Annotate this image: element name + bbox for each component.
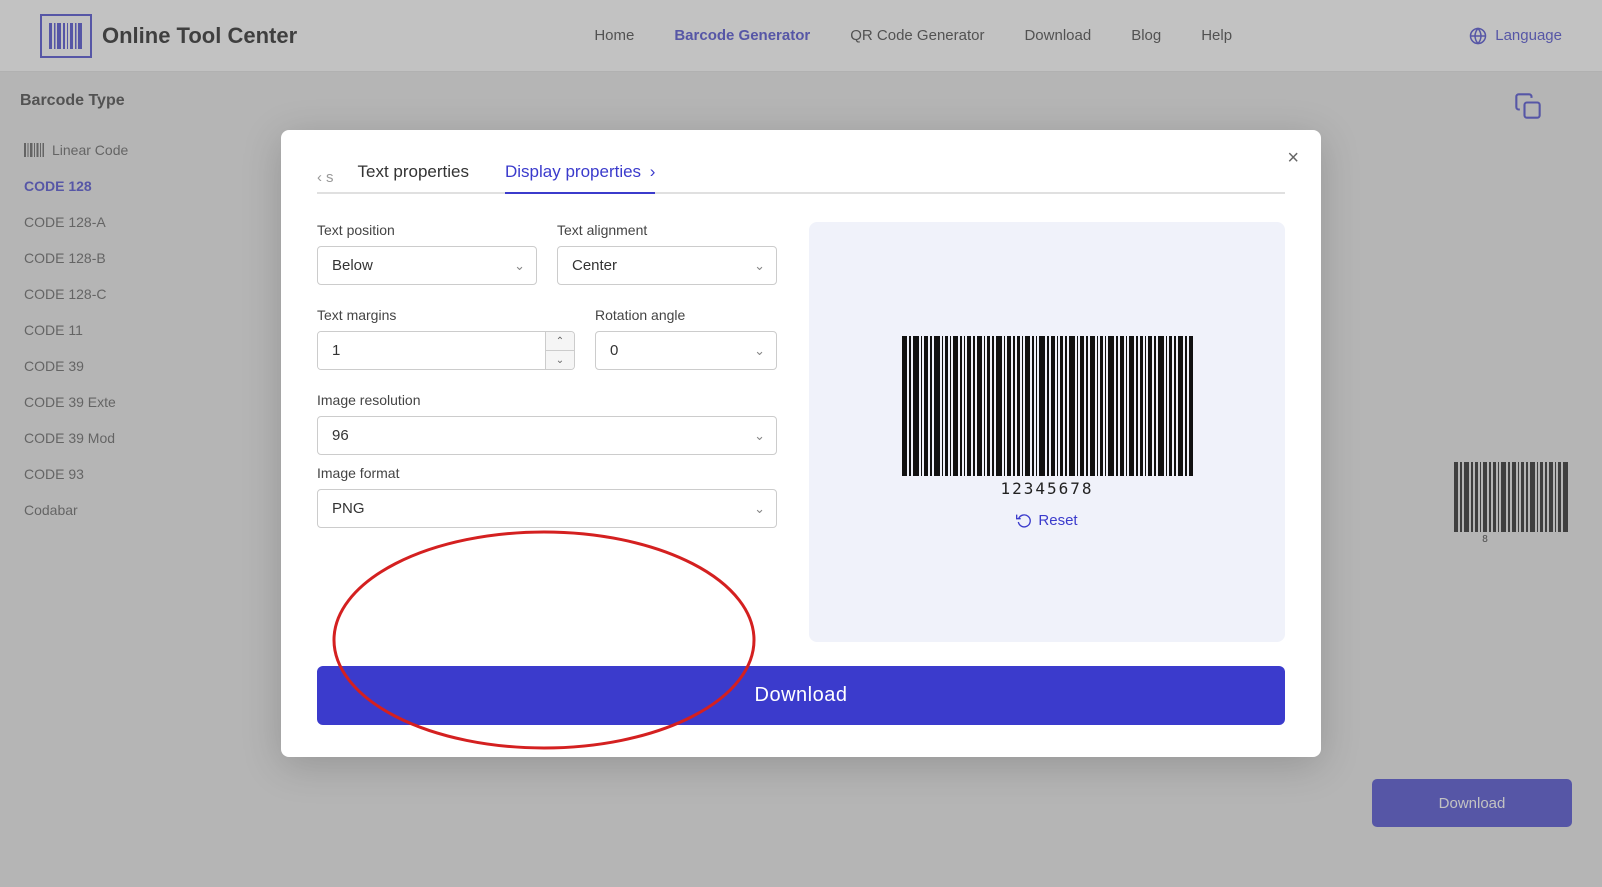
- image-format-label: Image format: [317, 465, 777, 481]
- text-margins-down-button[interactable]: ⌄: [546, 351, 574, 369]
- rotation-angle-group: Rotation angle 0 90 180 270 ⌄: [595, 307, 777, 370]
- text-position-label: Text position: [317, 222, 537, 238]
- text-margins-group: Text margins 1 ⌃ ⌄: [317, 307, 575, 370]
- form-row-1: Text position Below Above None ⌄ Text al…: [317, 222, 777, 285]
- download-button[interactable]: Download: [317, 666, 1285, 725]
- text-margins-up-button[interactable]: ⌃: [546, 332, 574, 351]
- barcode-preview-panel: 12345678 Reset: [809, 222, 1285, 642]
- modal-form: Text position Below Above None ⌄ Text al…: [317, 222, 777, 642]
- modal-dialog: × ‹ s Text properties Display properties…: [281, 130, 1321, 757]
- text-position-group: Text position Below Above None ⌄: [317, 222, 537, 285]
- rotation-angle-label: Rotation angle: [595, 307, 777, 323]
- text-alignment-label: Text alignment: [557, 222, 777, 238]
- text-position-select[interactable]: Below Above None: [317, 246, 537, 285]
- tab-display-properties[interactable]: Display properties ›: [505, 162, 655, 194]
- text-alignment-group: Text alignment Center Left Right ⌄: [557, 222, 777, 285]
- image-format-group: Image format PNG JPG SVG PDF ⌄: [317, 465, 777, 528]
- rotation-angle-select-wrapper: 0 90 180 270 ⌄: [595, 331, 777, 370]
- form-row-3: Image resolution 72 96 150 300 ⌄: [317, 392, 777, 455]
- reset-label: Reset: [1038, 512, 1077, 529]
- modal-tabs: ‹ s Text properties Display properties ›: [317, 162, 1285, 194]
- text-margins-label: Text margins: [317, 307, 575, 323]
- barcode-image: 12345678: [897, 336, 1197, 496]
- text-margins-spinner: 1 ⌃ ⌄: [317, 331, 575, 370]
- image-format-select-wrapper: PNG JPG SVG PDF ⌄: [317, 489, 777, 528]
- image-format-select[interactable]: PNG JPG SVG PDF: [317, 489, 777, 528]
- reset-button[interactable]: Reset: [1016, 512, 1077, 529]
- modal-close-button[interactable]: ×: [1287, 148, 1299, 168]
- svg-text:12345678: 12345678: [1000, 479, 1093, 496]
- form-row-4: Image format PNG JPG SVG PDF ⌄: [317, 465, 777, 528]
- reset-icon: [1016, 512, 1032, 528]
- text-alignment-select-wrapper: Center Left Right ⌄: [557, 246, 777, 285]
- modal-body: Text position Below Above None ⌄ Text al…: [317, 222, 1285, 642]
- text-position-select-wrapper: Below Above None ⌄: [317, 246, 537, 285]
- tab-prev[interactable]: ‹ s: [317, 169, 334, 186]
- form-row-2: Text margins 1 ⌃ ⌄ Rotation angle: [317, 307, 777, 370]
- text-margins-input[interactable]: 1: [318, 332, 545, 369]
- rotation-angle-select[interactable]: 0 90 180 270: [595, 331, 777, 370]
- text-margins-spinner-btns: ⌃ ⌄: [545, 332, 574, 369]
- image-resolution-group: Image resolution 72 96 150 300 ⌄: [317, 392, 777, 455]
- tab-text-properties[interactable]: Text properties: [358, 162, 470, 194]
- image-resolution-select[interactable]: 72 96 150 300: [317, 416, 777, 455]
- modal-overlay: × ‹ s Text properties Display properties…: [0, 0, 1602, 887]
- image-resolution-label: Image resolution: [317, 392, 777, 408]
- barcode-display: 12345678: [833, 336, 1261, 496]
- image-resolution-select-wrapper: 72 96 150 300 ⌄: [317, 416, 777, 455]
- text-alignment-select[interactable]: Center Left Right: [557, 246, 777, 285]
